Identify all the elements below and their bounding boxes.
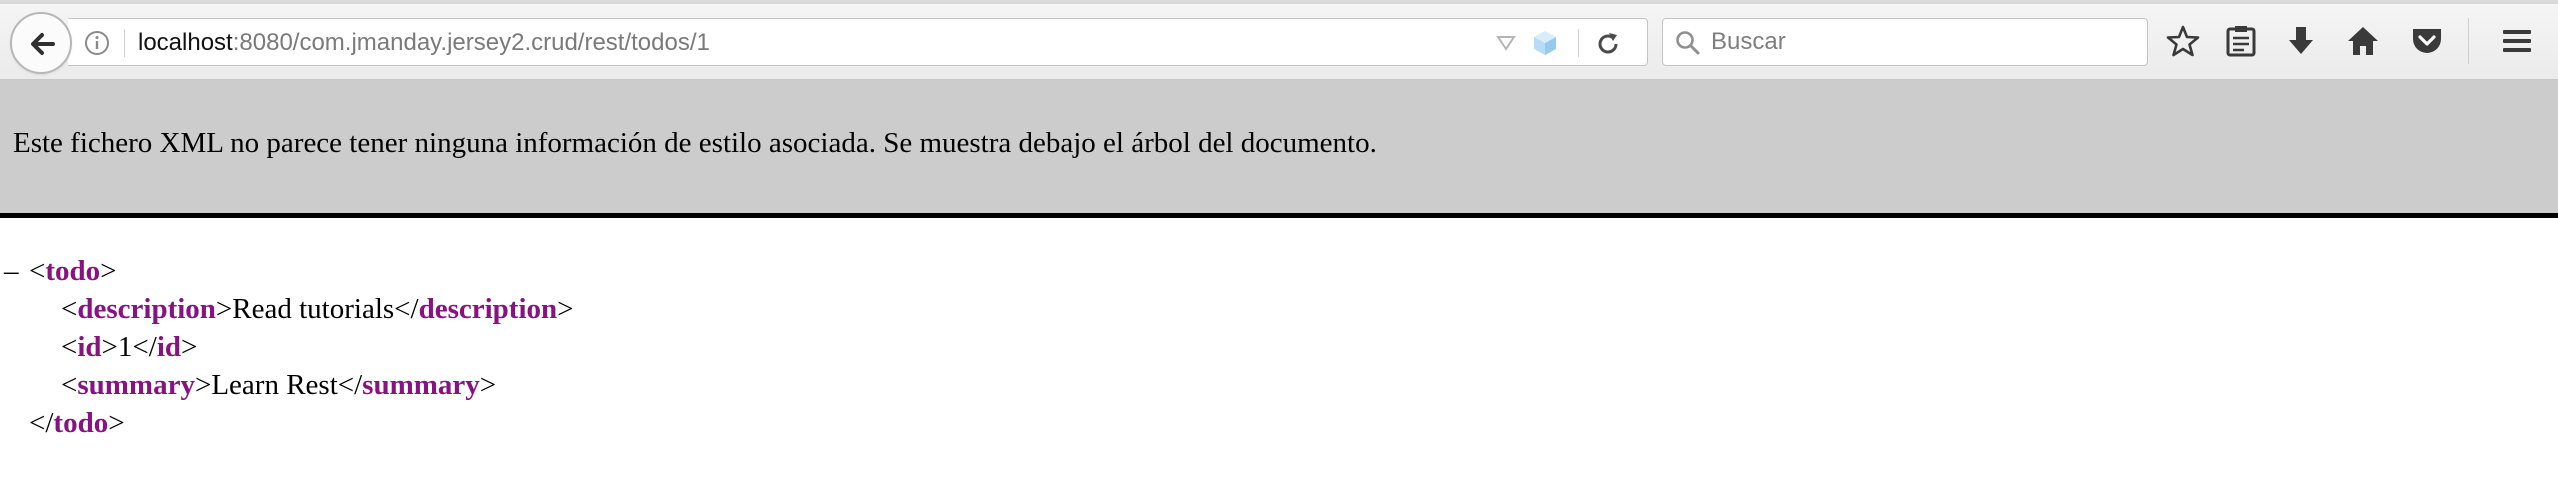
info-icon[interactable] [84, 30, 110, 56]
xml-tag-name: summary [77, 369, 195, 401]
search-icon [1676, 31, 1700, 55]
clipboard-icon[interactable] [2224, 24, 2258, 58]
download-arrow-icon[interactable] [2284, 24, 2318, 58]
star-icon[interactable] [2166, 24, 2200, 58]
reload-icon[interactable] [1593, 29, 1623, 59]
xml-root-open-tag: <todo> [29, 255, 117, 287]
collapse-toggle[interactable]: – [4, 252, 24, 290]
url-host: localhost [138, 29, 233, 56]
xml-tag-name: todo [45, 255, 101, 287]
xml-tag-name: description [418, 293, 558, 325]
url-separator [1578, 29, 1579, 57]
search-bar[interactable] [1662, 18, 2148, 66]
search-input[interactable] [1711, 26, 2131, 58]
xml-tag-name: todo [53, 407, 109, 439]
toolbar-separator [2468, 18, 2469, 64]
xml-tag-name: id [77, 331, 102, 363]
xml-element-line: <description>Read tutorials</description… [61, 293, 574, 325]
cube-icon[interactable] [1530, 28, 1560, 58]
browser-toolbar: localhost:8080/com.jmanday.jersey2.crud/… [0, 0, 2558, 80]
back-button[interactable] [10, 12, 72, 74]
home-icon[interactable] [2346, 24, 2380, 58]
xml-tag-name: description [77, 293, 216, 325]
xml-root-close-line: </todo> [29, 407, 125, 439]
xml-tag-name: summary [362, 369, 480, 401]
xml-text-value: Read tutorials [232, 293, 395, 325]
xml-style-info-banner: Este fichero XML no parece tener ninguna… [0, 80, 2558, 218]
address-bar[interactable]: localhost:8080/com.jmanday.jersey2.crud/… [68, 18, 1648, 66]
xml-text-value: Learn Rest [211, 369, 338, 401]
toolbar-top-line [0, 0, 2558, 4]
xml-text-value: 1 [117, 331, 133, 363]
hamburger-menu-icon[interactable] [2500, 24, 2534, 58]
url-text[interactable]: localhost:8080/com.jmanday.jersey2.crud/… [138, 29, 710, 57]
dropdown-triangle-icon[interactable] [1496, 35, 1516, 51]
xml-element-line: <summary>Learn Rest</summary> [61, 369, 497, 401]
pocket-icon[interactable] [2410, 24, 2444, 58]
banner-message: Este fichero XML no parece tener ninguna… [13, 127, 1377, 159]
back-arrow-icon [31, 33, 55, 55]
xml-element-line: <id>1</id> [61, 331, 198, 363]
url-separator [124, 29, 125, 57]
url-path: :8080/com.jmanday.jersey2.crud/rest/todo… [232, 29, 710, 56]
xml-tag-name: id [156, 331, 182, 363]
